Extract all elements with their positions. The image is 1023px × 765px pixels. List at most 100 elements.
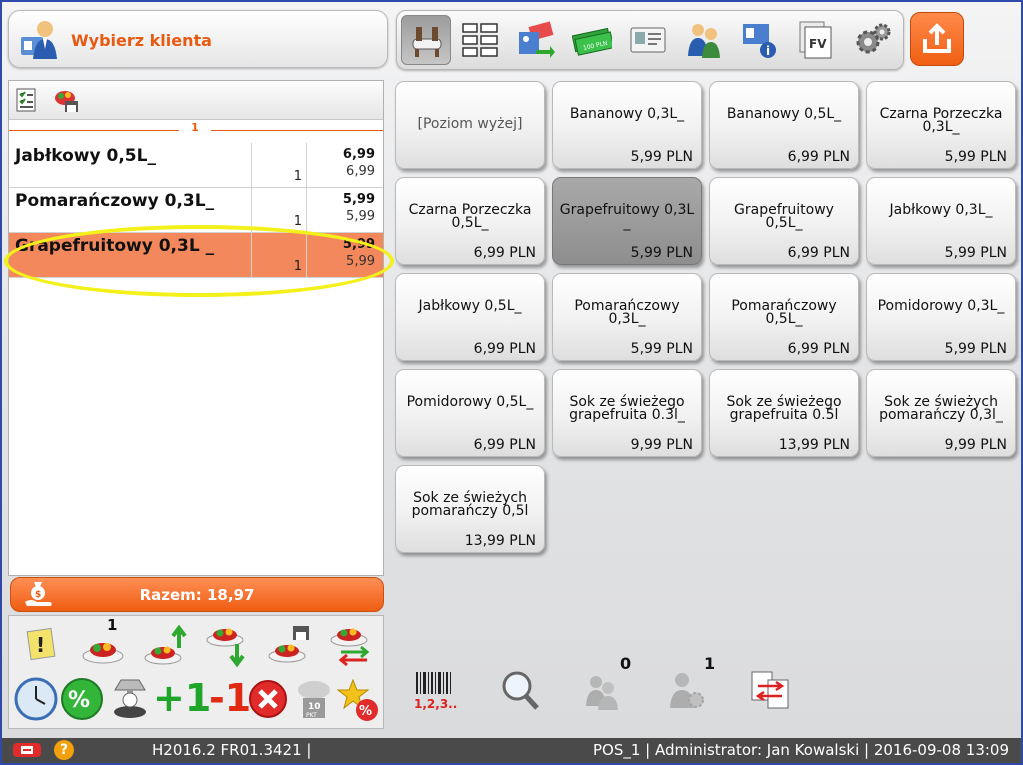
clients-button[interactable] [679, 15, 729, 65]
dish-up-button[interactable] [143, 622, 189, 668]
product-tile[interactable]: Jabłkowy 0,5L_ 6,99 PLN [395, 273, 545, 361]
note-button[interactable]: ! [19, 622, 65, 668]
plus-one-button[interactable]: +1 [153, 676, 215, 722]
dish-transfer-button[interactable] [327, 622, 373, 668]
product-tile[interactable]: Sok ze świeżych pomarańczy 0,5l 13,99 PLN [395, 465, 545, 553]
order-item-total: 6,99 [346, 164, 375, 179]
product-tile[interactable]: Pomidorowy 0,3L_ 5,99 PLN [866, 273, 1016, 361]
product-tile[interactable]: Pomarańczowy 0,5L_ 6,99 PLN [709, 273, 859, 361]
dish-transfer-icon [330, 628, 370, 667]
product-name: Jabłkowy 0,3L_ [889, 202, 993, 218]
percent-icon: % [61, 678, 103, 720]
settings-button[interactable] [847, 15, 897, 65]
product-tile[interactable]: Bananowy 0,3L_ 5,99 PLN [552, 81, 702, 169]
product-tile[interactable]: Sok ze świeżego grapefruita 0.3l_ 9,99 PL… [552, 369, 702, 457]
scale-button[interactable] [107, 676, 153, 722]
product-price: 6,99 PLN [787, 149, 850, 165]
main-toolbar: 100 PLN i FV [396, 10, 904, 70]
product-price: 5,99 PLN [630, 149, 693, 165]
status-bar: ? H2016.2 FR01.3421 | POS_1 | Administra… [2, 738, 1021, 763]
printer-icon[interactable] [12, 741, 42, 759]
product-tile[interactable]: Czarna Porzeczka 0,5L_ 6,99 PLN [395, 177, 545, 265]
order-list-icon[interactable] [15, 87, 39, 113]
product-name: Bananowy 0,3L_ [569, 106, 685, 122]
order-item-total: 5,99 [346, 209, 375, 224]
promo-discount-button[interactable]: % [335, 676, 381, 722]
product-name: Sok ze świeżego grapefruita 0.5l [726, 394, 842, 423]
points-value: 10 [308, 702, 321, 712]
product-tile[interactable]: Jabłkowy 0,3L_ 5,99 PLN [866, 177, 1016, 265]
client-selector[interactable]: Wybierz klienta [8, 10, 388, 68]
order-item-price: 6,99 [342, 147, 375, 162]
product-name: Pomarańczowy 0,5L_ [731, 298, 837, 327]
product-price: 6,99 PLN [473, 341, 536, 357]
product-name: Bananowy 0,5L_ [726, 106, 842, 122]
dish-course-button[interactable]: 1 [81, 616, 127, 668]
level-up-tile[interactable]: [Poziom wyżej] [395, 81, 545, 169]
product-tile[interactable]: Sok ze świeżych pomarańczy 0,3l_ 9,99 PLN [866, 369, 1016, 457]
export-button[interactable] [910, 12, 964, 66]
dish-icon [82, 643, 124, 664]
help-icon[interactable]: ? [54, 740, 74, 760]
client-gear-icon [670, 673, 704, 708]
total-bar[interactable]: $ Razem: 18,97 [10, 577, 384, 612]
product-name: Sok ze świeżych pomarańczy 0,5l [411, 490, 529, 519]
clients-icon [688, 24, 720, 58]
cash-icon: 100 PLN [572, 27, 612, 56]
export-icon [923, 23, 951, 53]
split-bill-button[interactable] [748, 668, 794, 714]
clock-button[interactable] [13, 676, 59, 722]
search-button[interactable] [497, 668, 543, 714]
order-item-total: 5,99 [346, 254, 375, 269]
product-tile[interactable]: Pomidorowy 0,5L_ 6,99 PLN [395, 369, 545, 457]
cash-button[interactable]: 100 PLN [567, 15, 617, 65]
order-row[interactable]: Grapefruitowy 0,3L _ 1 5,99 5,99 [9, 233, 383, 278]
order-item-name: Grapefruitowy 0,3L _ [15, 236, 215, 256]
dish-down-button[interactable] [205, 622, 251, 668]
svg-text:!: ! [36, 633, 45, 657]
product-price: 6,99 PLN [473, 245, 536, 261]
dish-arrow-down-icon [206, 628, 245, 668]
product-price: 6,99 PLN [787, 245, 850, 261]
invoice-button[interactable]: FV [791, 15, 841, 65]
order-item-qty: 1 [293, 169, 302, 184]
order-row[interactable]: Jabłkowy 0,5L_ 1 6,99 6,99 [9, 143, 383, 188]
id-card-icon [630, 27, 666, 53]
split-documents-icon [751, 671, 789, 709]
discount-button[interactable]: % [59, 676, 105, 722]
id-card-button[interactable] [623, 15, 673, 65]
grid-list-icon [462, 23, 498, 57]
order-item-price: 5,99 [342, 237, 375, 252]
product-tile[interactable]: Grapefruitowy 0,3L _ 5,99 PLN [552, 177, 702, 265]
svg-text:%: % [359, 704, 372, 719]
product-tile[interactable]: Grapefruitowy 0,5L_ 6,99 PLN [709, 177, 859, 265]
order-item-name: Jabłkowy 0,5L_ [15, 146, 156, 166]
order-item-qty: 1 [293, 259, 302, 274]
cancel-item-button[interactable] [245, 676, 291, 722]
exclamation-note-icon: ! [26, 627, 56, 661]
dish-print-button[interactable] [267, 622, 313, 668]
order-row[interactable]: Pomarańczowy 0,3L_ 1 5,99 5,99 [9, 188, 383, 233]
product-name: Sok ze świeżego grapefruita 0.3l_ [569, 394, 685, 423]
barcode-button[interactable]: 1,2,3... [412, 668, 462, 714]
discount-card-icon [519, 21, 555, 58]
waiters-icon [586, 676, 618, 710]
product-tile[interactable]: Bananowy 0,5L_ 6,99 PLN [709, 81, 859, 169]
discount-card-button[interactable] [511, 15, 561, 65]
product-price: 6,99 PLN [787, 341, 850, 357]
svg-text:i: i [766, 44, 770, 58]
loyalty-points-button[interactable]: 10 PKT [291, 676, 337, 722]
product-tile[interactable]: Pomarańczowy 0,3L_ 5,99 PLN [552, 273, 702, 361]
table-view-button[interactable] [401, 15, 451, 65]
dish-print-icon[interactable] [51, 85, 81, 115]
order-qty-cell: 1 [251, 143, 307, 187]
clients-lookup-button[interactable]: 1 [664, 654, 715, 714]
product-name: Sok ze świeżych pomarańczy 0,3l_ [879, 394, 1003, 423]
product-tile[interactable]: Sok ze świeżego grapefruita 0.5l 13,99 PL… [709, 369, 859, 457]
clock-icon [14, 677, 58, 721]
product-price: 5,99 PLN [944, 245, 1007, 261]
grid-list-button[interactable] [455, 15, 505, 65]
waiters-button[interactable]: 0 [580, 654, 631, 714]
client-info-button[interactable]: i [735, 15, 785, 65]
product-tile[interactable]: Czarna Porzeczka 0,3L_ 5,99 PLN [866, 81, 1016, 169]
